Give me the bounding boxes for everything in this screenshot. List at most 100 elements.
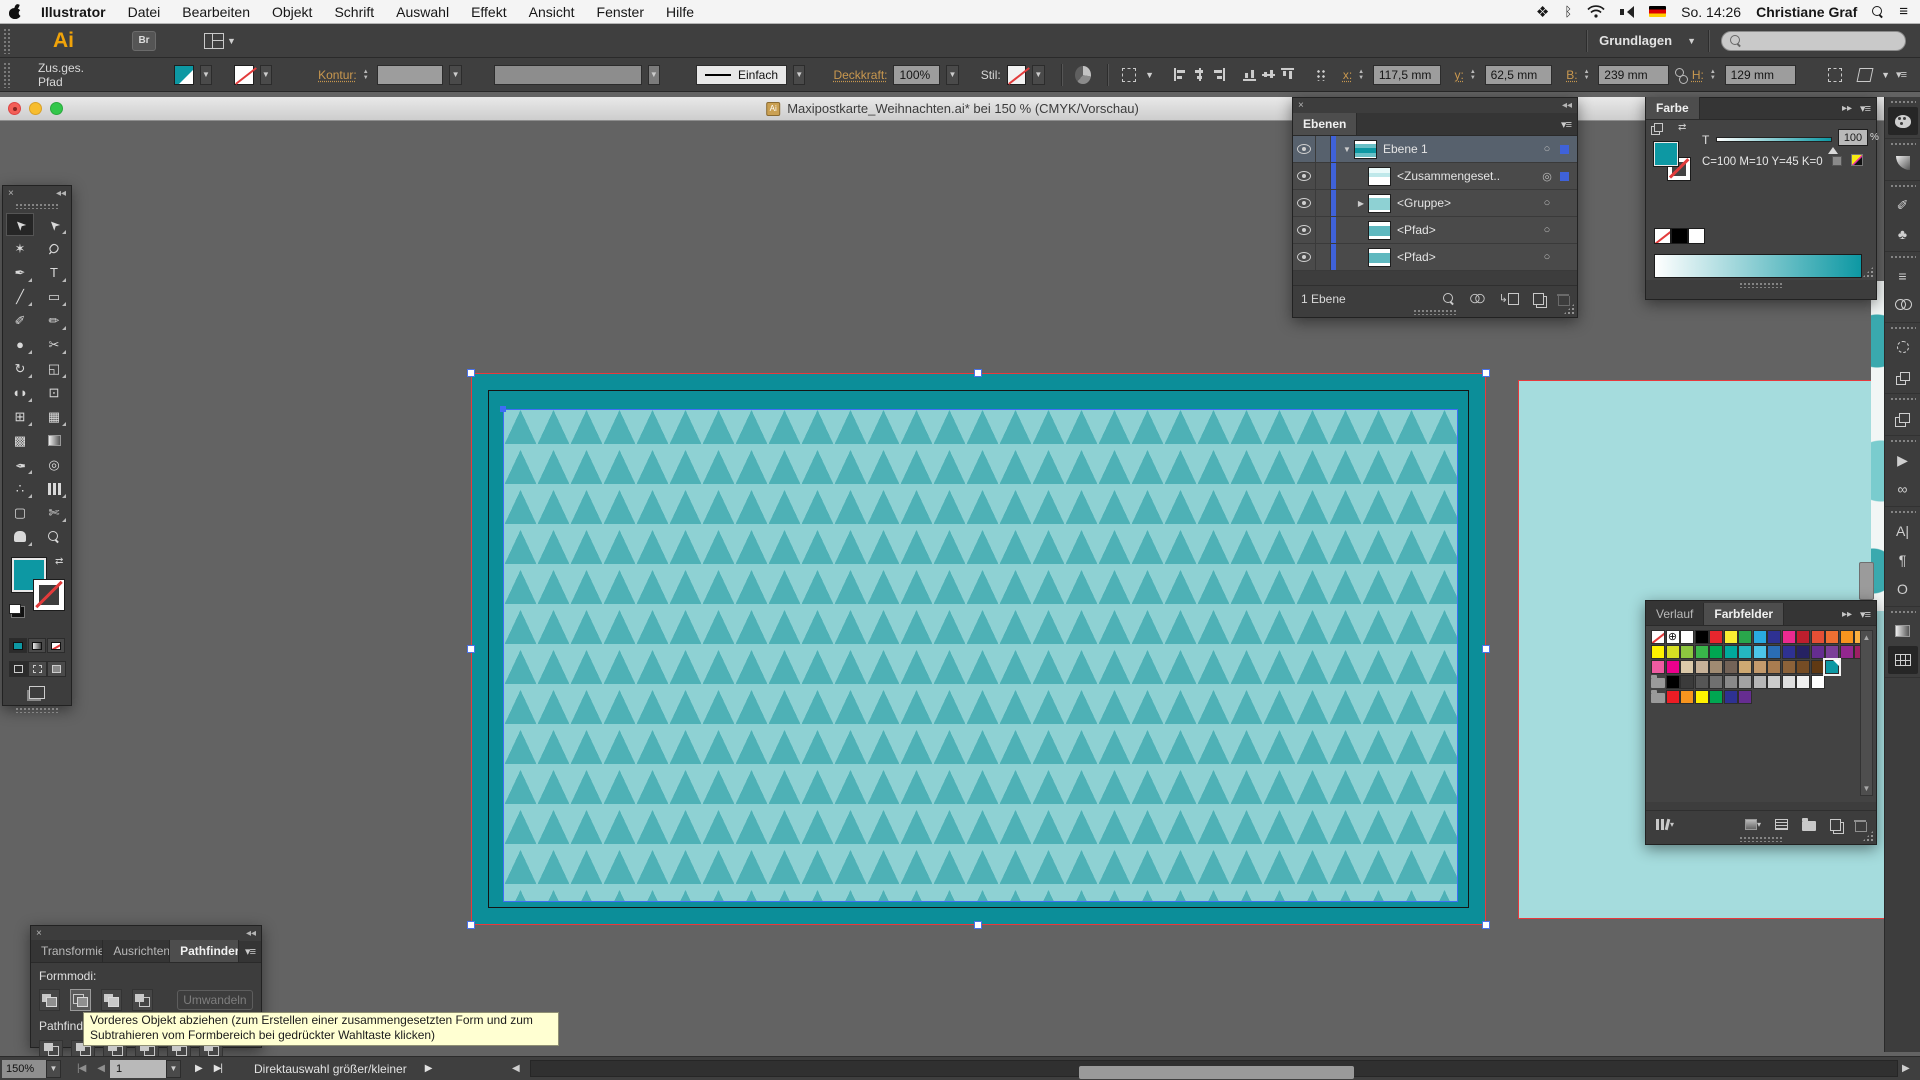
layer-thumbnail[interactable] — [1368, 167, 1391, 186]
bbox-handle[interactable] — [1482, 645, 1490, 653]
color-corner-grip[interactable] — [1862, 266, 1874, 278]
color-swatch[interactable] — [1840, 630, 1854, 644]
shear-icon[interactable] — [1856, 68, 1873, 82]
status-display-menu[interactable]: ▶ — [425, 1063, 433, 1074]
x-stepper[interactable]: ▲▼ — [1358, 69, 1367, 81]
dock-grip[interactable] — [1890, 142, 1916, 147]
color-swatch[interactable] — [1811, 645, 1825, 659]
lock-cell[interactable] — [1316, 136, 1331, 162]
stroke-style-button[interactable]: Einfach — [696, 65, 787, 85]
stroke-weight-dropdown[interactable]: ▼ — [449, 65, 461, 85]
menu-bar-clock[interactable]: So. 14:26 — [1681, 4, 1741, 20]
color-swatch[interactable] — [1738, 675, 1752, 689]
color-swatch[interactable] — [1709, 660, 1723, 674]
menu-illustrator[interactable]: Illustrator — [30, 4, 117, 20]
toolbar-grip[interactable] — [15, 203, 59, 209]
artboard-tool[interactable]: ▢ — [6, 501, 34, 524]
selected-color-swatch[interactable] — [1825, 660, 1839, 674]
color-swatch[interactable] — [1796, 645, 1810, 659]
layer-thumbnail[interactable] — [1354, 140, 1377, 159]
lock-cell[interactable] — [1316, 163, 1331, 189]
apple-menu[interactable] — [0, 5, 30, 19]
bbox-handle[interactable] — [1482, 369, 1490, 377]
new-swatch-icon[interactable] — [1830, 819, 1841, 831]
direct-selection-tool[interactable]: ➤ — [40, 213, 68, 236]
visibility-eye-icon[interactable] — [1293, 136, 1316, 162]
scale-tool[interactable]: ◱ — [40, 357, 68, 380]
locate-object-icon[interactable] — [1443, 293, 1455, 305]
color-panel-menu-icon[interactable]: ▾≡ — [1860, 102, 1870, 115]
bbox-handle[interactable] — [1482, 921, 1490, 929]
menu-schrift[interactable]: Schrift — [323, 4, 385, 20]
new-color-group-icon[interactable] — [1802, 818, 1816, 831]
color-swatch[interactable] — [1666, 675, 1680, 689]
pattern-anchor-point[interactable] — [500, 406, 506, 412]
swatch-options-icon[interactable] — [1775, 819, 1788, 830]
selection-tool[interactable]: ➤ — [6, 213, 34, 236]
width-tool[interactable]: ◖◗ — [6, 381, 34, 404]
tab-ausrichten[interactable]: Ausrichten — [103, 940, 170, 962]
color-swatch[interactable] — [1709, 690, 1723, 704]
color-resize-grip[interactable] — [1739, 282, 1783, 288]
color-swatch[interactable] — [1724, 660, 1738, 674]
bluetooth-icon[interactable]: ᛒ — [1564, 4, 1572, 19]
height-stepper[interactable]: ▲▼ — [1710, 69, 1719, 81]
appearance-dock-icon[interactable] — [1888, 333, 1918, 361]
disclosure-icon[interactable]: ▶ — [1354, 199, 1368, 208]
visibility-eye-icon[interactable] — [1293, 217, 1316, 243]
white-swatch[interactable] — [1688, 228, 1705, 244]
next-artboard-button[interactable]: ▶ — [189, 1063, 208, 1074]
swap-fill-stroke-small-icon[interactable]: ⇄ — [1678, 122, 1686, 133]
color-swatch[interactable] — [1724, 690, 1738, 704]
intersect-button[interactable] — [101, 989, 122, 1011]
workspace-dropdown-arrow[interactable]: ▼ — [1687, 36, 1696, 46]
exclude-button[interactable] — [132, 989, 153, 1011]
color-swatch[interactable] — [1767, 630, 1781, 644]
paragraph-dock-icon[interactable]: ¶ — [1888, 546, 1918, 574]
dock-grip[interactable] — [1890, 439, 1916, 444]
lock-cell[interactable] — [1316, 190, 1331, 216]
color-swatch[interactable] — [1738, 660, 1752, 674]
color-swatch[interactable] — [1709, 645, 1723, 659]
align-middle-button[interactable] — [1262, 68, 1275, 81]
reference-point-selector[interactable] — [1316, 69, 1326, 81]
color-swatch[interactable] — [1753, 630, 1767, 644]
dock-grip[interactable] — [1890, 100, 1916, 105]
color-swatch[interactable] — [1724, 630, 1738, 644]
color-swatch[interactable] — [1695, 675, 1709, 689]
height-field[interactable]: 129 mm — [1725, 65, 1796, 85]
paintbrush-tool[interactable]: ✐ — [6, 309, 34, 332]
color-swatch[interactable] — [1695, 645, 1709, 659]
constrain-proportions-icon[interactable] — [1675, 68, 1685, 82]
vertical-scrollbar-thumb[interactable] — [1859, 562, 1874, 600]
color-swatch[interactable] — [1796, 630, 1810, 644]
dock-grip[interactable] — [1890, 610, 1916, 615]
appbar-grip[interactable] — [3, 28, 11, 54]
stroke-weight-label[interactable]: Kontur: — [318, 68, 357, 82]
shear-dropdown[interactable]: ▼ — [1881, 70, 1890, 80]
type-tool[interactable]: T — [40, 261, 68, 284]
blob-brush-tool[interactable]: ● — [6, 333, 34, 356]
tint-value-field[interactable]: 100 — [1838, 129, 1868, 146]
brushes-dock-icon[interactable]: ✐ — [1888, 191, 1918, 219]
color-swatch[interactable] — [1767, 645, 1781, 659]
arrange-documents-icon[interactable] — [204, 33, 224, 49]
color-swatch[interactable] — [1724, 675, 1738, 689]
lock-cell[interactable] — [1316, 244, 1331, 270]
align-bottom-button[interactable] — [1281, 68, 1294, 81]
color-swatch[interactable] — [1767, 660, 1781, 674]
make-clipping-mask-icon[interactable] — [1469, 293, 1485, 305]
width-field[interactable]: 239 mm — [1598, 65, 1669, 85]
blend-tool[interactable]: ◎ — [40, 453, 68, 476]
disclosure-icon[interactable]: ▼ — [1340, 145, 1354, 154]
previous-color-swatch[interactable] — [1832, 156, 1842, 166]
layer-row[interactable]: <Zusammengeset..◎ — [1293, 163, 1577, 190]
character-dock-icon[interactable]: A| — [1888, 517, 1918, 545]
zoom-window-button[interactable] — [50, 102, 63, 115]
layer-thumbnail[interactable] — [1368, 221, 1391, 240]
x-field[interactable]: 117,5 mm — [1373, 65, 1441, 85]
toolbar-close-icon[interactable]: × — [8, 188, 14, 199]
bbox-handle[interactable] — [974, 921, 982, 929]
align-center-button[interactable] — [1193, 68, 1206, 81]
go-to-bridge-button[interactable]: Br — [132, 31, 156, 51]
